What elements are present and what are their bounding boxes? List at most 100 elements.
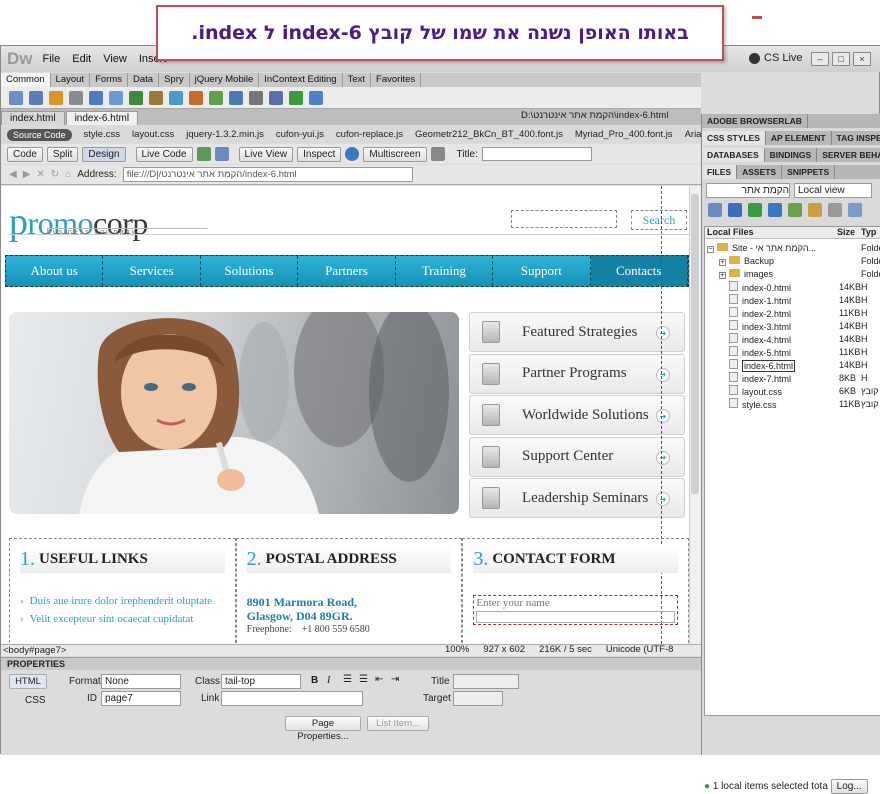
tab-text[interactable]: Text: [343, 73, 372, 87]
menu-file[interactable]: File: [43, 53, 61, 65]
file-row[interactable]: index-0.html 14KB H: [705, 280, 880, 293]
format-select[interactable]: None: [101, 674, 181, 689]
collapse-icon[interactable]: −: [707, 245, 714, 253]
minimize-button[interactable]: –: [811, 52, 829, 66]
refresh-icon[interactable]: [430, 147, 445, 161]
live-view-button[interactable]: Live View: [238, 146, 294, 162]
tab-data[interactable]: Data: [128, 73, 160, 87]
address-input[interactable]: file:///D|/הקמת אתר אינטרנט/index-6.html: [122, 167, 413, 182]
div-icon[interactable]: [109, 90, 123, 105]
related-file[interactable]: cufon-yui.js: [276, 129, 324, 140]
outdent-icon[interactable]: ⇤: [375, 674, 383, 685]
file-row[interactable]: layout.css 6KB קובץ: [705, 384, 880, 397]
log-button[interactable]: Log...: [830, 779, 868, 794]
col-local-files[interactable]: Local Files: [707, 227, 754, 237]
related-file[interactable]: layout.css: [132, 129, 174, 140]
maximize-button[interactable]: □: [832, 52, 850, 66]
window-size[interactable]: 927 x 602: [483, 644, 525, 655]
nav-solutions[interactable]: Solutions: [201, 256, 299, 286]
split-view-button[interactable]: Split: [46, 146, 79, 162]
id-select[interactable]: page7: [101, 691, 181, 706]
link-input[interactable]: [221, 691, 363, 706]
expand-icon[interactable]: +: [719, 271, 726, 279]
unordered-list-icon[interactable]: ☰: [343, 674, 352, 685]
html-mode-button[interactable]: HTML: [9, 674, 47, 689]
related-file[interactable]: Geometr212_BkCn_BT_400.font.js: [415, 129, 563, 140]
col-type[interactable]: Typ: [861, 227, 876, 237]
expand-icon[interactable]: [848, 203, 862, 217]
nav-support[interactable]: Support: [493, 256, 591, 286]
zoom-select[interactable]: 100%: [445, 644, 469, 655]
refresh-icon[interactable]: ↻: [51, 169, 59, 180]
validate-icon[interactable]: [214, 147, 229, 161]
file-row[interactable]: index-1.html 14KB H: [705, 293, 880, 306]
site-select[interactable]: הקמת אתר: [706, 183, 790, 198]
related-file[interactable]: Myriad_Pro_400.font.js: [575, 129, 673, 140]
tab-databases[interactable]: DATABASES: [702, 148, 765, 162]
stop-icon[interactable]: ✕: [36, 169, 44, 180]
file-row[interactable]: + Backup Folde: [705, 254, 880, 267]
sync-icon[interactable]: [828, 203, 842, 217]
preview-browser-icon[interactable]: [345, 147, 360, 161]
italic-button[interactable]: I: [327, 675, 330, 686]
tab-server-behaviors[interactable]: SERVER BEHA: [817, 148, 880, 162]
tab-index-6-html[interactable]: index-6.html: [65, 111, 139, 125]
feature-item[interactable]: Leadership Seminars ➜: [469, 478, 685, 518]
feature-item[interactable]: Partner Programs ➜: [469, 353, 685, 394]
indent-icon[interactable]: ⇥: [391, 674, 399, 685]
tab-index-html[interactable]: index.html: [1, 111, 65, 125]
media-icon[interactable]: [149, 90, 163, 105]
tag-selector[interactable]: <body#page7>: [3, 645, 66, 656]
inspect-button[interactable]: Inspect: [297, 146, 342, 162]
tab-layout[interactable]: Layout: [51, 73, 91, 87]
put-files-icon[interactable]: [768, 203, 782, 217]
tab-incontext-editing[interactable]: InContext Editing: [259, 73, 343, 87]
browserlab-panel-header[interactable]: ADOBE BROWSERLAB: [702, 114, 880, 128]
refresh-icon[interactable]: [728, 203, 742, 217]
images-icon[interactable]: [129, 90, 143, 105]
scroll-thumb[interactable]: [691, 194, 699, 494]
source-code-button[interactable]: Source Code: [7, 128, 72, 141]
useful-link[interactable]: › Velit excepteur sint ocaecat cupidatat: [20, 613, 225, 625]
cs-live[interactable]: CS Live: [749, 52, 803, 64]
site-search-input[interactable]: [511, 210, 617, 228]
file-row[interactable]: style.css 11KB קובץ: [705, 397, 880, 410]
nav-contacts[interactable]: Contacts: [590, 256, 688, 286]
nav-partners[interactable]: Partners: [298, 256, 396, 286]
useful-link[interactable]: › Duis aue irure dolor irephenderit olupt…: [20, 595, 225, 607]
server-side-include-icon[interactable]: [209, 90, 223, 105]
named-anchor-icon[interactable]: [49, 90, 63, 105]
date-icon[interactable]: [189, 90, 203, 105]
file-row[interactable]: index-2.html 11KB H: [705, 306, 880, 319]
widget-icon[interactable]: [169, 90, 183, 105]
back-icon[interactable]: ◀: [9, 169, 17, 180]
tab-assets[interactable]: ASSETS: [737, 165, 783, 179]
tab-css-styles[interactable]: CSS STYLES: [702, 131, 766, 145]
live-code-button[interactable]: Live Code: [135, 146, 193, 162]
code-view-button[interactable]: Code: [7, 146, 43, 162]
file-row[interactable]: index-3.html 14KB H: [705, 319, 880, 332]
class-select[interactable]: tail-top: [221, 674, 301, 689]
tab-spry[interactable]: Spry: [159, 73, 190, 87]
col-size[interactable]: Size: [837, 227, 855, 237]
forward-icon[interactable]: ▶: [23, 169, 31, 180]
file-row[interactable]: − Site - הקמת אתר אי... Folde: [705, 241, 880, 254]
check-out-icon[interactable]: [788, 203, 802, 217]
site-search-button[interactable]: Search: [631, 210, 687, 230]
list-item-button[interactable]: List Item...: [367, 716, 429, 731]
title-field[interactable]: [453, 674, 519, 689]
tab-files[interactable]: FILES: [702, 165, 738, 179]
home-icon[interactable]: ⌂: [65, 169, 71, 180]
tab-bindings[interactable]: BINDINGS: [765, 148, 818, 162]
multiscreen-button[interactable]: Multiscreen: [363, 146, 427, 162]
check-in-icon[interactable]: [808, 203, 822, 217]
menu-view[interactable]: View: [103, 53, 127, 65]
feature-item[interactable]: Worldwide Solutions ➜: [469, 395, 685, 435]
tab-jquery-mobile[interactable]: jQuery Mobile: [190, 73, 260, 87]
head-icon[interactable]: [249, 90, 263, 105]
related-file[interactable]: cufon-replace.js: [336, 129, 403, 140]
file-row[interactable]: index-4.html 14KB H: [705, 332, 880, 345]
tab-ap-elements[interactable]: AP ELEMENT: [766, 131, 832, 145]
close-button[interactable]: ×: [853, 52, 871, 66]
browser-compat-icon[interactable]: [196, 147, 211, 161]
